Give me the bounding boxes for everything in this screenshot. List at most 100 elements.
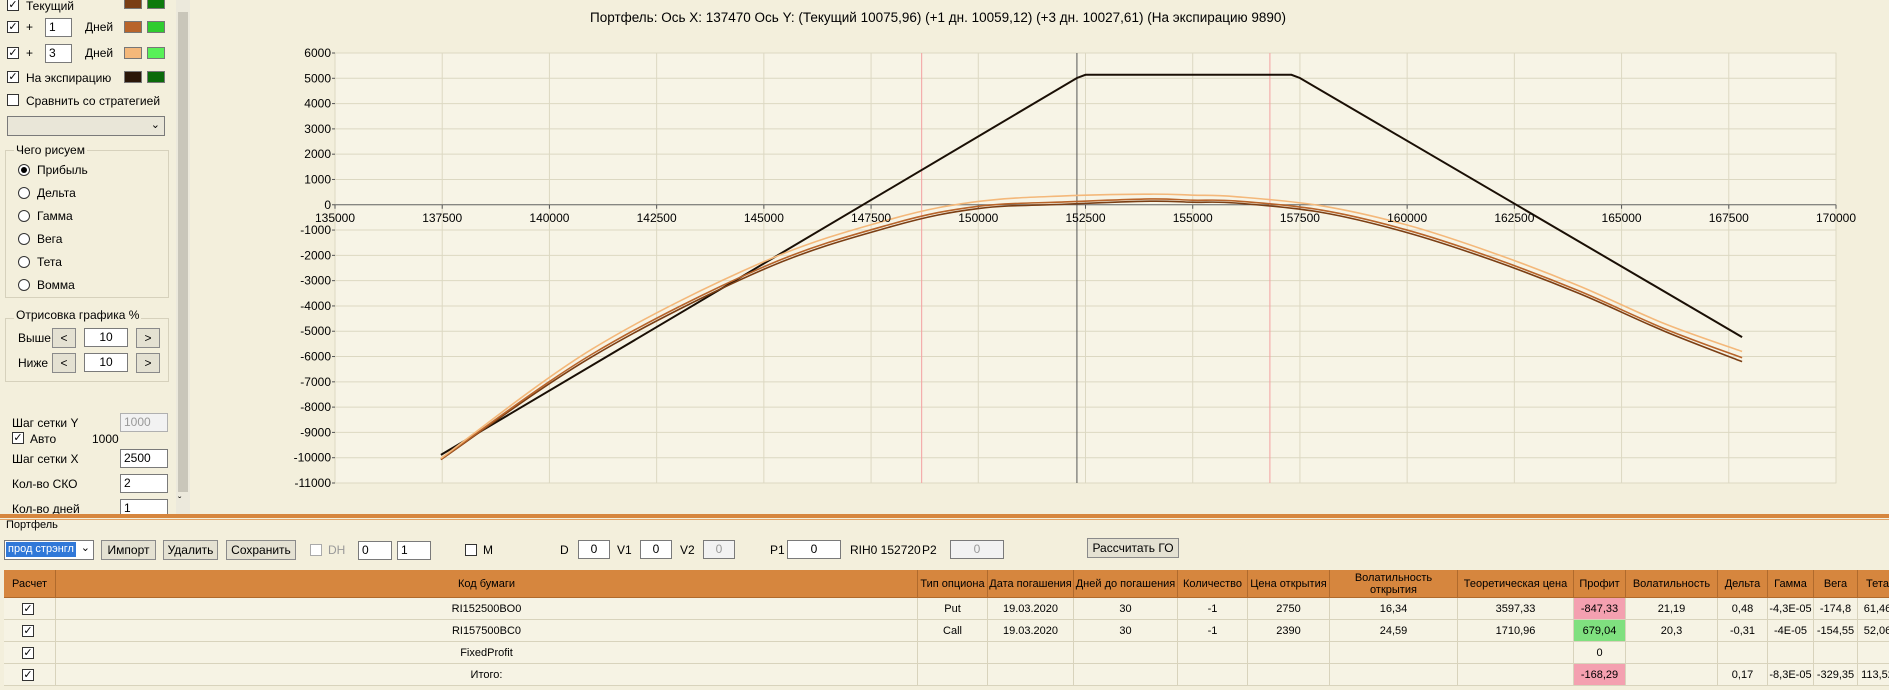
table-cell: 61,46 bbox=[1858, 598, 1889, 620]
draw-option-radio[interactable] bbox=[18, 256, 30, 268]
calc-checkbox-cell[interactable]: ✓ bbox=[4, 598, 56, 620]
calc-checkbox-cell[interactable]: ✓ bbox=[4, 620, 56, 642]
calc-checkbox[interactable]: ✓ bbox=[22, 603, 34, 615]
calc-checkbox[interactable]: ✓ bbox=[22, 647, 34, 659]
above-increase-button[interactable]: > bbox=[136, 328, 160, 348]
column-header[interactable]: Теоретическая цена bbox=[1458, 570, 1574, 598]
compare-strategy-select[interactable]: ⌄ bbox=[7, 116, 165, 136]
left-panel: ✓ Текущий ✓ + 1 Дней ✓ + 3 Дней ✓ На экс… bbox=[0, 0, 176, 515]
d-input[interactable]: 0 bbox=[578, 540, 610, 559]
table-cell: -154,55 bbox=[1814, 620, 1858, 642]
draw-option-radio[interactable] bbox=[18, 164, 30, 176]
plus1-days-input[interactable]: 1 bbox=[45, 18, 72, 37]
dh-spinner-b[interactable]: 1 bbox=[397, 541, 431, 560]
plus1-checkbox[interactable]: ✓ bbox=[7, 21, 19, 33]
table-cell: Итого: bbox=[56, 664, 918, 686]
plus3-days-input[interactable]: 3 bbox=[45, 44, 72, 63]
column-header[interactable]: Цена открытия bbox=[1248, 570, 1330, 598]
m-checkbox[interactable] bbox=[465, 544, 477, 556]
calc-checkbox[interactable]: ✓ bbox=[22, 669, 34, 681]
column-header[interactable]: Дельта bbox=[1718, 570, 1768, 598]
calc-checkbox[interactable]: ✓ bbox=[22, 625, 34, 637]
p1-label: P1 bbox=[770, 543, 785, 557]
column-header[interactable]: Дней до погашения bbox=[1074, 570, 1178, 598]
column-header[interactable]: Тета bbox=[1858, 570, 1889, 598]
v2-input[interactable]: 0 bbox=[703, 540, 735, 559]
y-tick-label: 4000 bbox=[304, 97, 331, 111]
y-tick-label: 5000 bbox=[304, 71, 331, 85]
column-header[interactable]: Профит bbox=[1574, 570, 1626, 598]
y-tick-label: -8000 bbox=[300, 400, 331, 414]
y-tick-label: -1000 bbox=[300, 223, 331, 237]
v1-input[interactable]: 0 bbox=[640, 540, 672, 559]
y-tick-label: -9000 bbox=[300, 425, 331, 439]
current-checkbox[interactable]: ✓ bbox=[7, 0, 19, 11]
draw-option-radio[interactable] bbox=[18, 233, 30, 245]
table-cell: -4E-05 bbox=[1768, 620, 1814, 642]
grid-x-input[interactable]: 2500 bbox=[120, 449, 168, 468]
calc-go-button[interactable]: Рассчитать ГО bbox=[1087, 538, 1179, 558]
expiry-checkbox[interactable]: ✓ bbox=[7, 71, 19, 83]
below-increase-button[interactable]: > bbox=[136, 353, 160, 373]
draw-option-radio[interactable] bbox=[18, 210, 30, 222]
plus1-color-b[interactable] bbox=[147, 21, 165, 33]
strategy-select[interactable]: прод стрэнгл ⌄ bbox=[4, 540, 94, 560]
current-color-a[interactable] bbox=[124, 0, 142, 9]
scroll-down-icon[interactable]: ˇ bbox=[178, 496, 181, 507]
plus3-checkbox[interactable]: ✓ bbox=[7, 47, 19, 59]
draw-option-radio[interactable] bbox=[18, 187, 30, 199]
table-cell: -329,35 bbox=[1814, 664, 1858, 686]
splitter[interactable] bbox=[0, 514, 1889, 518]
table-cell bbox=[988, 642, 1074, 664]
column-header[interactable]: Дата погашения bbox=[988, 570, 1074, 598]
auto-checkbox[interactable]: ✓ bbox=[12, 432, 24, 444]
delete-button[interactable]: Удалить bbox=[163, 540, 218, 560]
sko-input[interactable]: 2 bbox=[120, 474, 168, 493]
p2-label: P2 bbox=[922, 543, 937, 557]
current-color-b[interactable] bbox=[147, 0, 165, 9]
draw-option-radio[interactable] bbox=[18, 279, 30, 291]
below-input[interactable]: 10 bbox=[84, 353, 128, 372]
save-button[interactable]: Сохранить bbox=[226, 540, 296, 560]
calc-checkbox-cell[interactable]: ✓ bbox=[4, 642, 56, 664]
v2-label: V2 bbox=[680, 543, 695, 557]
column-header[interactable]: Гамма bbox=[1768, 570, 1814, 598]
table-cell: 0,48 bbox=[1718, 598, 1768, 620]
dh-checkbox[interactable] bbox=[310, 544, 322, 556]
scroll-up-icon[interactable]: ˆ bbox=[178, 0, 181, 9]
calc-checkbox-cell[interactable]: ✓ bbox=[4, 664, 56, 686]
x-tick-label: 167500 bbox=[1709, 211, 1749, 225]
compare-checkbox[interactable] bbox=[7, 94, 19, 106]
plus1-color-a[interactable] bbox=[124, 21, 142, 33]
below-decrease-button[interactable]: < bbox=[52, 353, 76, 373]
expiry-color-b[interactable] bbox=[147, 71, 165, 83]
portfolio-title: Портфель bbox=[6, 519, 58, 531]
plus3-color-b[interactable] bbox=[147, 47, 165, 59]
draw-option-label: Вомма bbox=[37, 278, 75, 292]
column-header[interactable]: Расчет bbox=[4, 570, 56, 598]
column-header[interactable]: Код бумаги bbox=[56, 570, 918, 598]
dh-spinner-a[interactable]: 0 bbox=[358, 541, 392, 560]
column-header[interactable]: Волатильность открытия bbox=[1330, 570, 1458, 598]
above-input[interactable]: 10 bbox=[84, 328, 128, 347]
column-header[interactable]: Тип опциона bbox=[918, 570, 988, 598]
import-button[interactable]: Импорт bbox=[101, 540, 156, 560]
x-tick-label: 157500 bbox=[1280, 211, 1320, 225]
above-decrease-button[interactable]: < bbox=[52, 328, 76, 348]
column-header[interactable]: Вега bbox=[1814, 570, 1858, 598]
grid-y-input[interactable]: 1000 bbox=[120, 413, 168, 432]
p2-input[interactable]: 0 bbox=[950, 540, 1004, 559]
table-cell: 113,52 bbox=[1858, 664, 1889, 686]
expiry-color-a[interactable] bbox=[124, 71, 142, 83]
column-header[interactable]: Количество bbox=[1178, 570, 1248, 598]
table-cell: 2390 bbox=[1248, 620, 1330, 642]
chart-title: Портфель: Ось X: 137470 Ось Y: (Текущий … bbox=[590, 10, 1286, 25]
p1-input[interactable]: 0 bbox=[787, 540, 841, 559]
payoff-chart[interactable]: Портфель: Ось X: 137470 Ось Y: (Текущий … bbox=[186, 0, 1889, 490]
column-header[interactable]: Волатильность bbox=[1626, 570, 1718, 598]
table-cell: 30 bbox=[1074, 620, 1178, 642]
days-input[interactable]: 1 bbox=[120, 499, 168, 515]
x-tick-label: 147500 bbox=[851, 211, 891, 225]
plus3-color-a[interactable] bbox=[124, 47, 142, 59]
table-cell: RI157500BC0 bbox=[56, 620, 918, 642]
